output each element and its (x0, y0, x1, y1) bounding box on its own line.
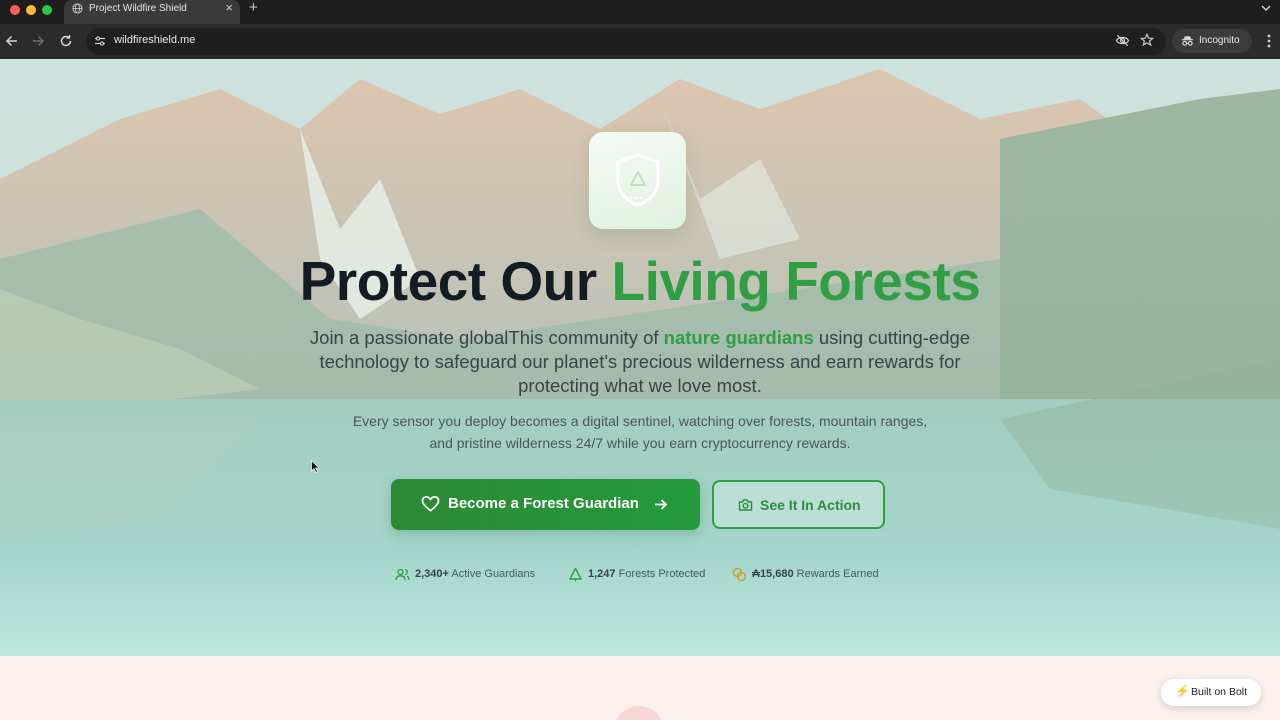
stat-value: 1,247 (588, 568, 616, 580)
close-icon[interactable]: × (225, 1, 233, 15)
shield-logo-tile (589, 132, 686, 229)
more-icon[interactable] (1264, 33, 1274, 49)
stat-label: Rewards Earned (796, 568, 879, 580)
see-it-in-action-label: See It In Action (760, 497, 861, 513)
next-section (0, 656, 1280, 720)
become-guardian-label: Become a Forest Guardian (448, 495, 639, 512)
hero-subtitle: Join a passionate globalThis community o… (305, 326, 975, 398)
see-it-in-action-button[interactable]: See It In Action (712, 480, 885, 529)
hero-section: Protect Our Living Forests Join a passio… (0, 59, 1280, 656)
maximize-window-button[interactable] (42, 5, 52, 15)
eye-off-icon[interactable] (1115, 33, 1130, 48)
tab-title: Project Wildfire Shield (89, 3, 187, 14)
incognito-label: Incognito (1199, 35, 1240, 46)
star-icon[interactable] (1140, 33, 1154, 47)
become-guardian-button[interactable]: Become a Forest Guardian (391, 479, 700, 530)
heart-icon (421, 495, 440, 512)
hero-title-dark: Protect Our (299, 250, 612, 312)
subtitle-text-start: Join a passionate globalThis community o… (309, 327, 664, 348)
browser-toolbar: wildfireshield.me (0, 24, 1280, 59)
incognito-icon (1181, 36, 1194, 46)
site-info-icon[interactable] (94, 35, 106, 47)
users-icon (395, 568, 410, 581)
tree-icon (569, 567, 582, 582)
coins-icon (732, 567, 747, 582)
hero-description: Every sensor you deploy becomes a digita… (352, 413, 928, 451)
built-on-bolt-label: Built on Bolt (1191, 686, 1248, 698)
hero-title: Protect Our Living Forests (0, 249, 1280, 313)
browser-tab-active[interactable]: Project Wildfire Shield × (64, 0, 240, 24)
built-on-bolt-badge[interactable]: ⚡ Built on Bolt (1161, 679, 1261, 706)
stat-label: Active Guardians (451, 568, 536, 580)
bolt-icon: ⚡ (1175, 684, 1190, 698)
incognito-indicator[interactable]: Incognito (1172, 29, 1252, 53)
stat-value: ₳15,680 (752, 568, 794, 580)
globe-icon (72, 3, 83, 14)
section-icon-circle (614, 706, 664, 720)
stat-value: 2,340+ (415, 568, 449, 580)
address-bar[interactable]: wildfireshield.me (86, 28, 1166, 55)
url-text[interactable]: wildfireshield.me (114, 34, 195, 46)
browser-tab-bar: Project Wildfire Shield × + (0, 0, 1280, 24)
page-viewport: Protect Our Living Forests Join a passio… (0, 59, 1280, 720)
tab-search-chevron-icon[interactable] (1260, 2, 1272, 14)
back-icon[interactable] (4, 33, 20, 49)
minimize-window-button[interactable] (26, 5, 36, 15)
subtitle-accent: nature guardians (663, 327, 814, 348)
plus-icon[interactable]: + (249, 0, 258, 16)
mouse-cursor-icon (311, 460, 320, 473)
hero-title-green: Living Forests (611, 250, 981, 312)
stat-label: Forests Protected (618, 568, 706, 580)
forward-icon[interactable] (30, 33, 46, 49)
reload-icon[interactable] (58, 33, 74, 49)
arrow-right-icon (655, 499, 668, 510)
camera-icon (738, 499, 753, 511)
close-window-button[interactable] (10, 5, 20, 15)
shield-alert-icon (616, 153, 660, 207)
